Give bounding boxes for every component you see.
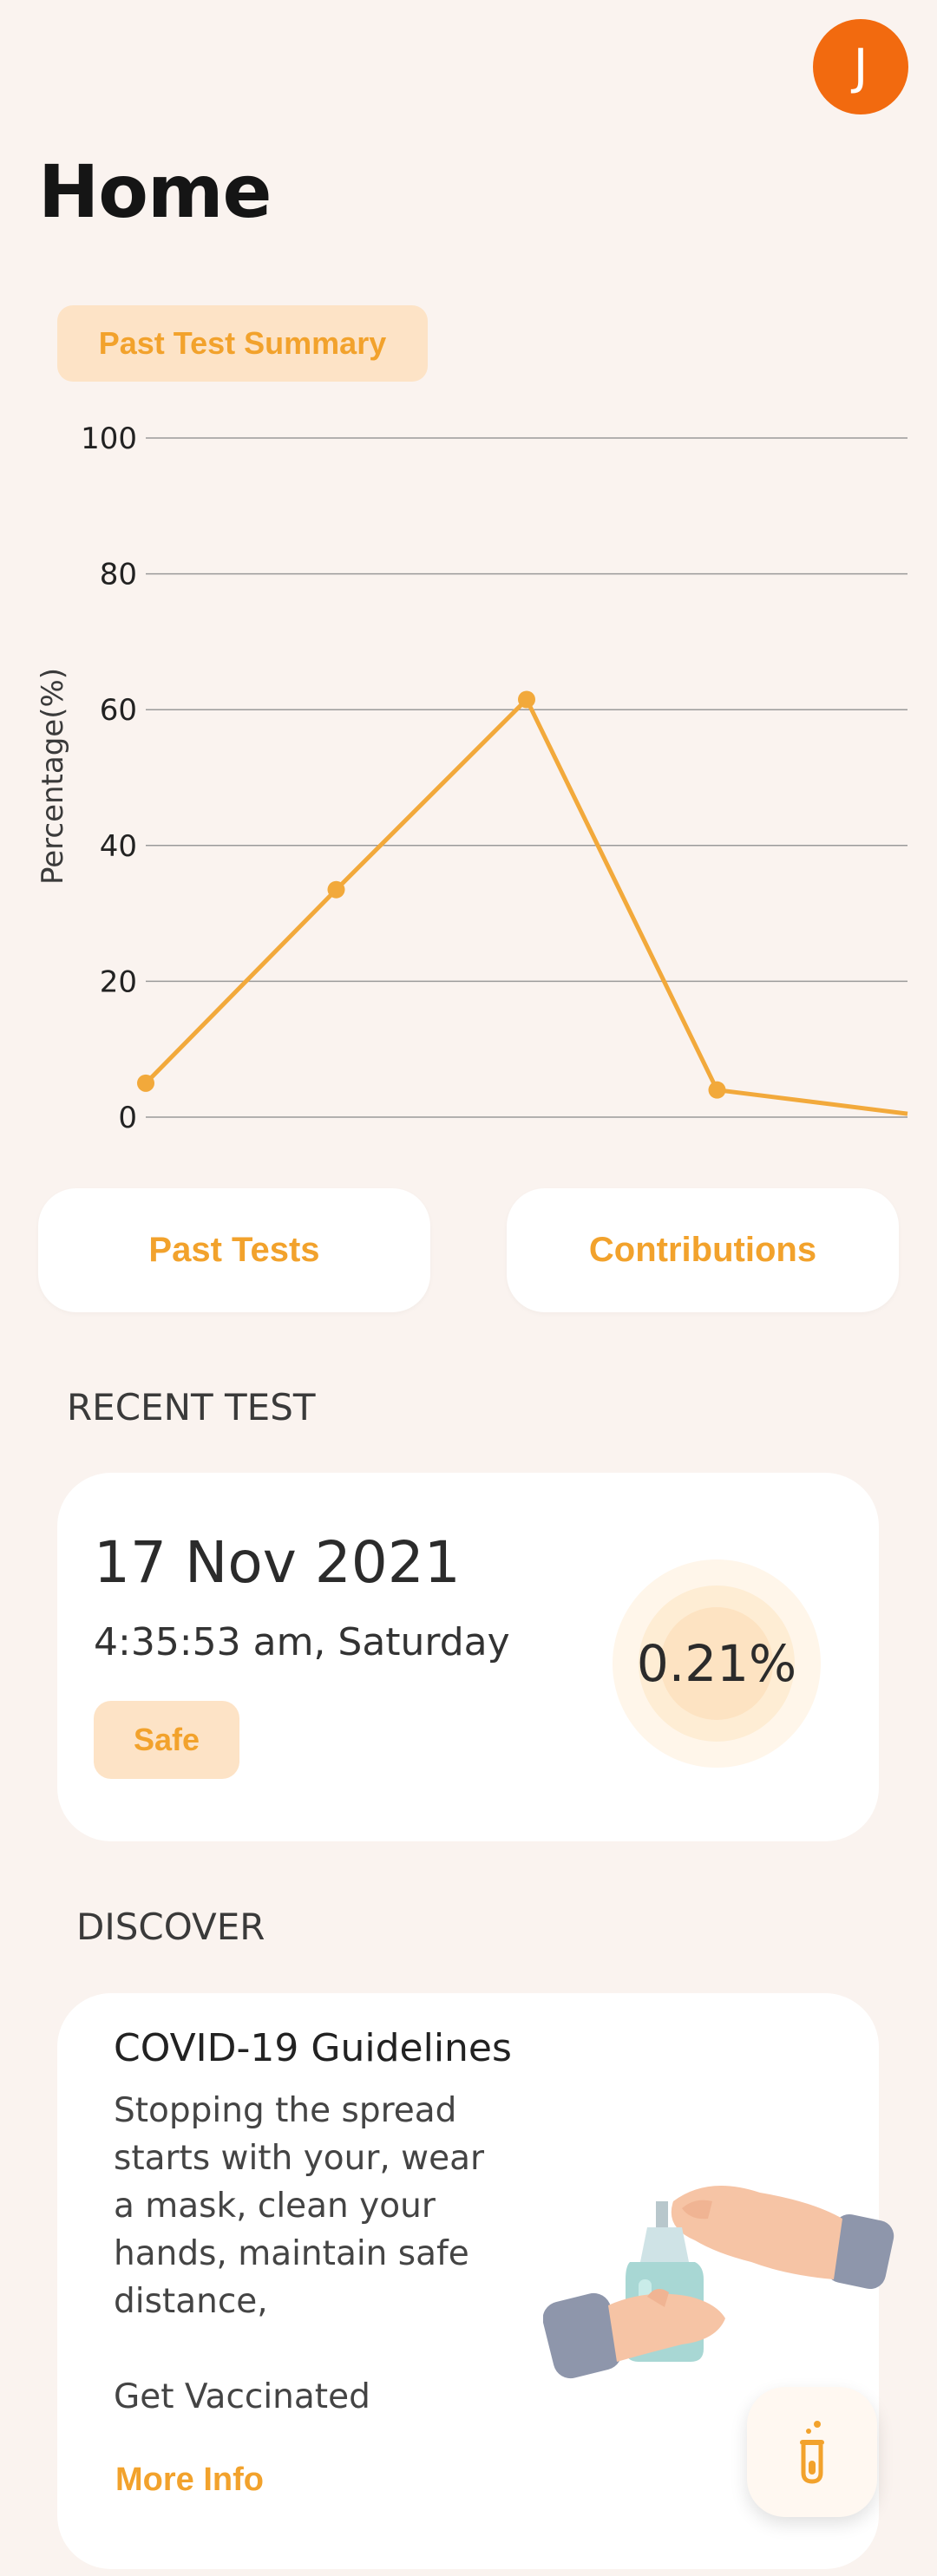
chart-point-3 <box>518 690 535 709</box>
y-tick-label-20: 20 <box>100 964 137 999</box>
y-tick-label-40: 40 <box>100 829 137 864</box>
chart-point-4 <box>708 1081 726 1099</box>
more-info-link[interactable]: More Info <box>115 2462 264 2499</box>
y-tick-label-60: 60 <box>100 693 137 728</box>
y-tick-label-100: 100 <box>81 422 137 456</box>
discover-body-text: Stopping the spread starts with your, we… <box>114 2091 485 2321</box>
discover-body: Stopping the spread starts with your, we… <box>114 2087 495 2421</box>
discover-title: COVID-19 Guidelines <box>114 2026 512 2070</box>
y-tick-label-80: 80 <box>100 558 137 592</box>
recent-test-card[interactable]: 17 Nov 2021 4:35:53 am, Saturday Safe 0.… <box>57 1473 879 1841</box>
status-badge: Safe <box>94 1701 239 1779</box>
recent-test-time: 4:35:53 am, Saturday <box>94 1620 510 1664</box>
chart-y-label: Percentage(%) <box>36 668 70 885</box>
chart-point-2 <box>327 880 345 899</box>
page-title: Home <box>38 149 272 234</box>
chart-grid <box>146 437 908 1118</box>
discover-heading: DISCOVER <box>76 1906 265 1948</box>
contributions-button[interactable]: Contributions <box>507 1188 899 1312</box>
new-test-button[interactable] <box>747 2387 877 2517</box>
avatar[interactable]: J <box>813 19 908 114</box>
recent-test-heading: RECENT TEST <box>67 1386 316 1429</box>
test-tube-icon <box>800 2421 824 2484</box>
discover-body-text-2: Get Vaccinated <box>114 2377 370 2416</box>
avatar-initial: J <box>853 38 868 95</box>
y-tick-label-0: 0 <box>118 1101 137 1135</box>
chart-series-line <box>144 696 908 1116</box>
result-gauge: 0.21% <box>613 1559 821 1768</box>
past-tests-button[interactable]: Past Tests <box>38 1188 430 1312</box>
hand-sanitizer-illustration <box>543 2186 894 2379</box>
past-test-chart: 0 20 40 60 80 100 Percentage(%) <box>36 422 908 1135</box>
chart-y-ticks: 0 20 40 60 80 100 <box>81 422 137 1135</box>
result-value: 0.21% <box>636 1634 797 1693</box>
past-test-summary-chip: Past Test Summary <box>57 305 428 382</box>
recent-test-date: 17 Nov 2021 <box>94 1529 461 1596</box>
chart-point-1 <box>137 1074 154 1092</box>
chart-points <box>137 690 726 1099</box>
